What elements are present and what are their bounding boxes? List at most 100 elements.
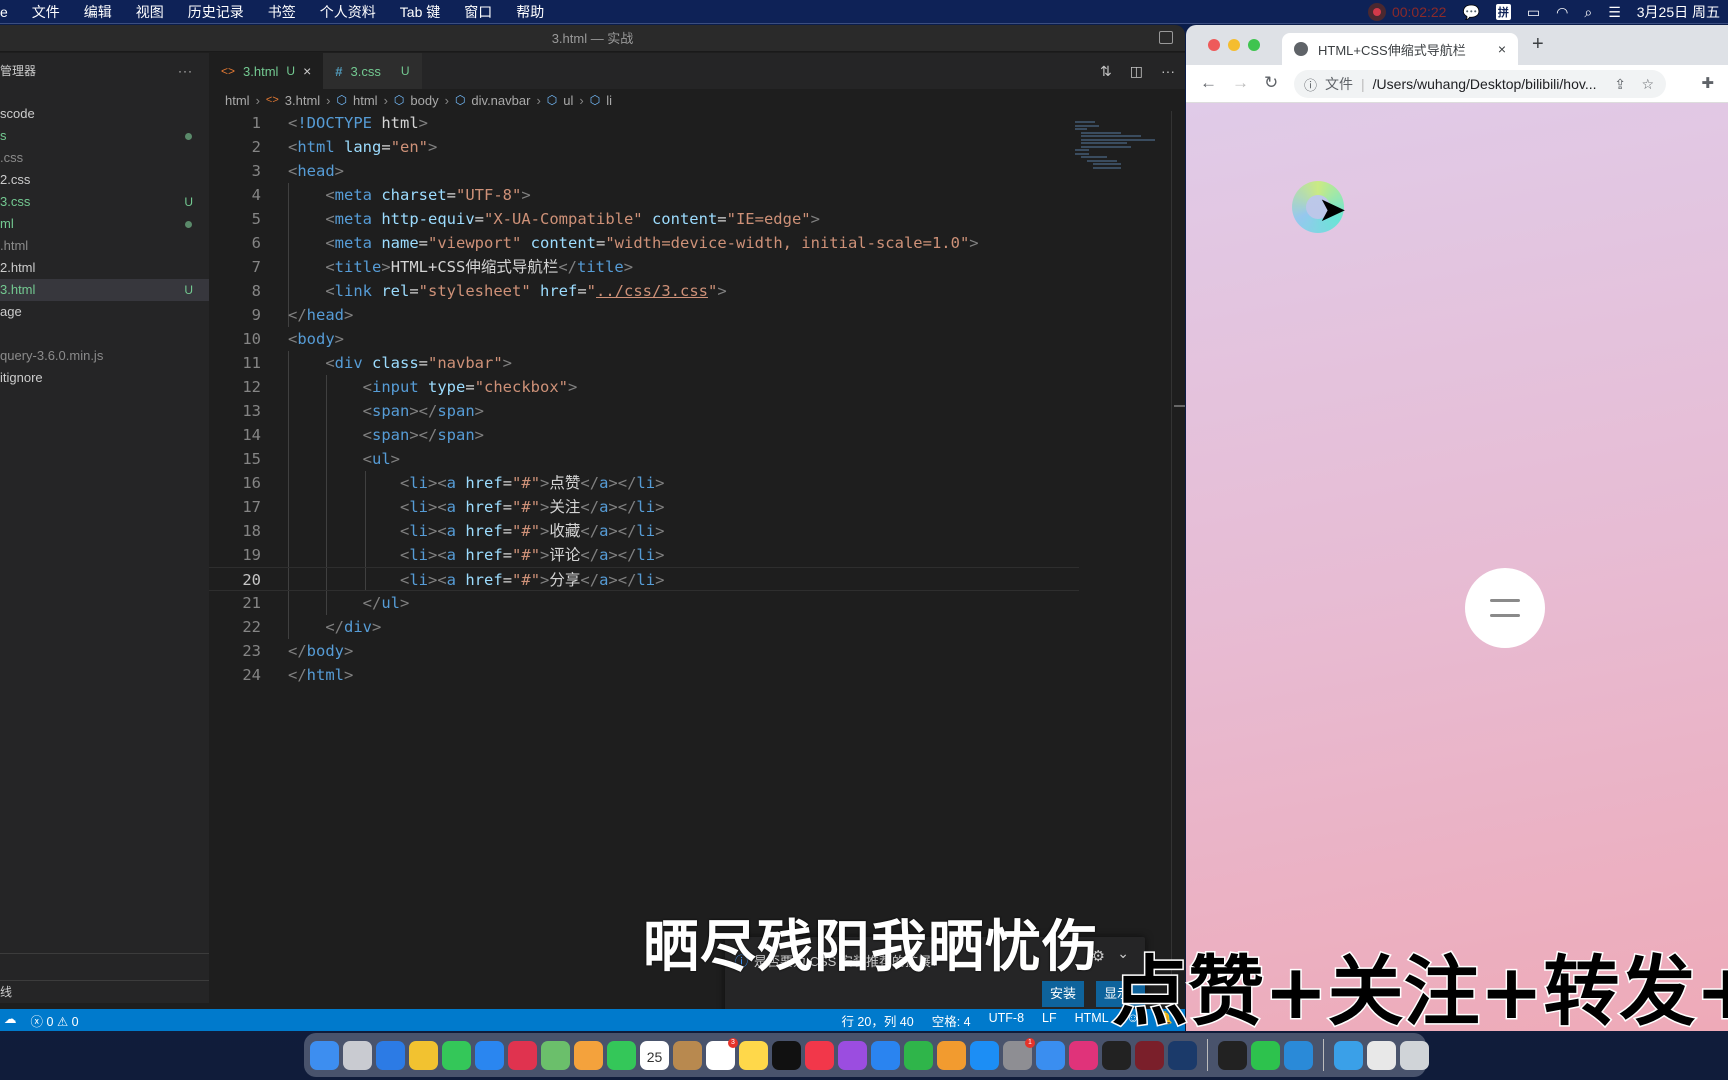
address-bar[interactable]: ⓘ 文件 | /Users/wuhang/Desktop/bilibili/ho… xyxy=(1294,70,1666,98)
file-tree-item[interactable]: age xyxy=(0,301,209,323)
menu-item[interactable]: 视图 xyxy=(136,2,164,22)
language-mode[interactable]: HTML xyxy=(1075,1011,1109,1030)
install-button[interactable]: 安装 xyxy=(1042,981,1085,1007)
trash-icon[interactable] xyxy=(1400,1040,1429,1070)
xmind-icon[interactable] xyxy=(508,1040,537,1070)
maps-icon[interactable] xyxy=(541,1040,570,1070)
reminders-icon[interactable]: 3 xyxy=(706,1037,738,1070)
menu-item[interactable]: Tab 键 xyxy=(400,2,440,22)
qq-icon[interactable] xyxy=(1102,1040,1131,1070)
tab-3-html[interactable]: <> 3.html U × xyxy=(209,53,324,89)
close-tab-icon[interactable]: × xyxy=(303,63,311,79)
explorer-more-icon[interactable]: ··· xyxy=(178,53,193,89)
file-tree-item[interactable]: 2.css xyxy=(0,169,209,191)
wechat-icon[interactable]: 💬 xyxy=(1462,4,1479,21)
back-icon[interactable]: ← xyxy=(1200,73,1217,93)
finder-icon[interactable] xyxy=(310,1040,339,1070)
code-line[interactable]: 3 <head> xyxy=(209,159,1185,183)
breadcrumb-item[interactable]: html xyxy=(225,93,250,108)
share-icon[interactable]: ⇪ xyxy=(1614,76,1626,93)
calendar-icon[interactable]: 25 xyxy=(640,1040,669,1070)
new-tab-button[interactable]: + xyxy=(1532,33,1544,56)
file-tree-item[interactable]: query-3.6.0.min.js xyxy=(0,345,209,367)
downloads-icon[interactable] xyxy=(1334,1040,1363,1070)
safari-icon[interactable] xyxy=(376,1040,405,1070)
file-tree-item[interactable]: s xyxy=(0,125,209,147)
chrome-icon[interactable] xyxy=(409,1040,438,1070)
netease-music-icon[interactable] xyxy=(1135,1040,1164,1070)
code-line[interactable]: 15 <ul> xyxy=(209,447,1185,471)
app-store-icon[interactable] xyxy=(970,1040,999,1070)
file-tree-item[interactable]: .html xyxy=(0,235,209,257)
close-window-button[interactable] xyxy=(1208,39,1220,51)
podcasts-icon[interactable] xyxy=(838,1040,867,1070)
facetime-icon[interactable] xyxy=(607,1040,636,1070)
file-tree-item[interactable]: 3.css U xyxy=(0,191,209,213)
file-tree-item[interactable]: itignore xyxy=(0,367,209,389)
customize-layout-icon[interactable] xyxy=(1159,31,1173,44)
vscode-icon[interactable] xyxy=(1284,1040,1313,1070)
screen-recording-indicator[interactable]: 00:02:22 xyxy=(1367,3,1446,21)
launchpad-icon[interactable] xyxy=(343,1040,372,1070)
input-method-icon[interactable]: 拼 xyxy=(1495,4,1511,20)
browser-tab[interactable]: HTML+CSS伸缩式导航栏 × xyxy=(1282,33,1518,65)
forward-icon[interactable]: → xyxy=(1232,73,1249,93)
breadcrumb-item[interactable]: html xyxy=(353,93,378,108)
baidu-netdisk-icon[interactable] xyxy=(1036,1040,1065,1070)
steam-icon[interactable] xyxy=(1168,1040,1197,1070)
cursor-position[interactable]: 行 20，列 40 xyxy=(841,1011,913,1030)
code-line[interactable]: 23 </body> xyxy=(209,639,1185,663)
code-line[interactable]: 9 </head> xyxy=(209,303,1185,327)
file-tree-item[interactable]: ml xyxy=(0,213,209,235)
menu-item[interactable]: 历史记录 xyxy=(188,2,244,22)
open-changes-icon[interactable]: ⇅ xyxy=(1100,63,1112,80)
terminal-icon[interactable] xyxy=(1218,1040,1247,1070)
zoom-window-button[interactable] xyxy=(1248,39,1260,51)
timeline-section[interactable]: 线 xyxy=(0,981,209,1003)
code-line[interactable]: 17 <li><a href="#">关注</a></li> xyxy=(209,495,1185,519)
notes-icon[interactable] xyxy=(739,1040,768,1070)
file-tree-item[interactable]: scode xyxy=(0,103,209,125)
indentation[interactable]: 空格: 4 xyxy=(932,1011,971,1030)
code-line[interactable]: 1 <!DOCTYPE html> xyxy=(209,111,1185,135)
clock-date[interactable]: 3月25日 周五 xyxy=(1637,2,1720,22)
encoding[interactable]: UTF-8 xyxy=(989,1011,1024,1030)
intellij-icon[interactable] xyxy=(1069,1040,1098,1070)
code-line[interactable]: 21 </ul> xyxy=(209,591,1185,615)
file-tree-item[interactable]: 3.html U xyxy=(0,279,209,301)
code-line[interactable]: 14 <span></span> xyxy=(209,423,1185,447)
site-info-icon[interactable]: ⓘ xyxy=(1304,75,1317,94)
problems-indicator[interactable]: ⓧ 0 ⚠ 0 xyxy=(31,1011,79,1030)
close-tab-icon[interactable]: × xyxy=(1498,41,1506,57)
code-line[interactable]: 22 </div> xyxy=(209,615,1185,639)
system-preferences-icon[interactable]: 1 xyxy=(1003,1037,1035,1070)
minimize-window-button[interactable] xyxy=(1228,39,1240,51)
breadcrumb-item[interactable]: body xyxy=(410,93,438,108)
spotlight-search-icon[interactable]: ⌕ xyxy=(1584,4,1592,21)
file-tree-item[interactable]: 2.html xyxy=(0,257,209,279)
code-editor[interactable]: 1 <!DOCTYPE html> 2 <html lang="en"> 3 <head>… xyxy=(209,111,1185,1009)
end-of-line[interactable]: LF xyxy=(1042,1011,1057,1030)
apple-tv-icon[interactable] xyxy=(772,1040,801,1070)
breadcrumb-item[interactable]: 3.html xyxy=(285,93,320,108)
contacts-icon[interactable] xyxy=(673,1040,702,1070)
code-line[interactable]: 12 <input type="checkbox"> xyxy=(209,375,1185,399)
music-icon[interactable] xyxy=(805,1040,834,1070)
code-line[interactable]: 6 <meta name="viewport" content="width=d… xyxy=(209,231,1185,255)
wechat-icon[interactable] xyxy=(1251,1040,1280,1070)
mail-icon[interactable] xyxy=(475,1040,504,1070)
tab-3-css[interactable]: # 3.css U xyxy=(323,53,422,89)
control-center-icon[interactable]: ☰ xyxy=(1608,4,1621,21)
code-line[interactable]: 10 <body> xyxy=(209,327,1185,351)
reload-icon[interactable]: ↻ xyxy=(1264,73,1278,93)
keynote-icon[interactable] xyxy=(871,1040,900,1070)
breadcrumb-item[interactable]: li xyxy=(606,93,612,108)
code-line[interactable]: 5 <meta http-equiv="X-UA-Compatible" con… xyxy=(209,207,1185,231)
code-line[interactable]: 18 <li><a href="#">收藏</a></li> xyxy=(209,519,1185,543)
editor-scrollbar[interactable] xyxy=(1171,111,1185,1009)
minimap[interactable] xyxy=(1075,121,1155,181)
code-line[interactable]: 2 <html lang="en"> xyxy=(209,135,1185,159)
code-line[interactable]: 20 <li><a href="#">分享</a></li> xyxy=(209,567,1079,591)
code-line[interactable]: 13 <span></span> xyxy=(209,399,1185,423)
extensions-puzzle-icon[interactable]: ✚ xyxy=(1701,74,1714,92)
